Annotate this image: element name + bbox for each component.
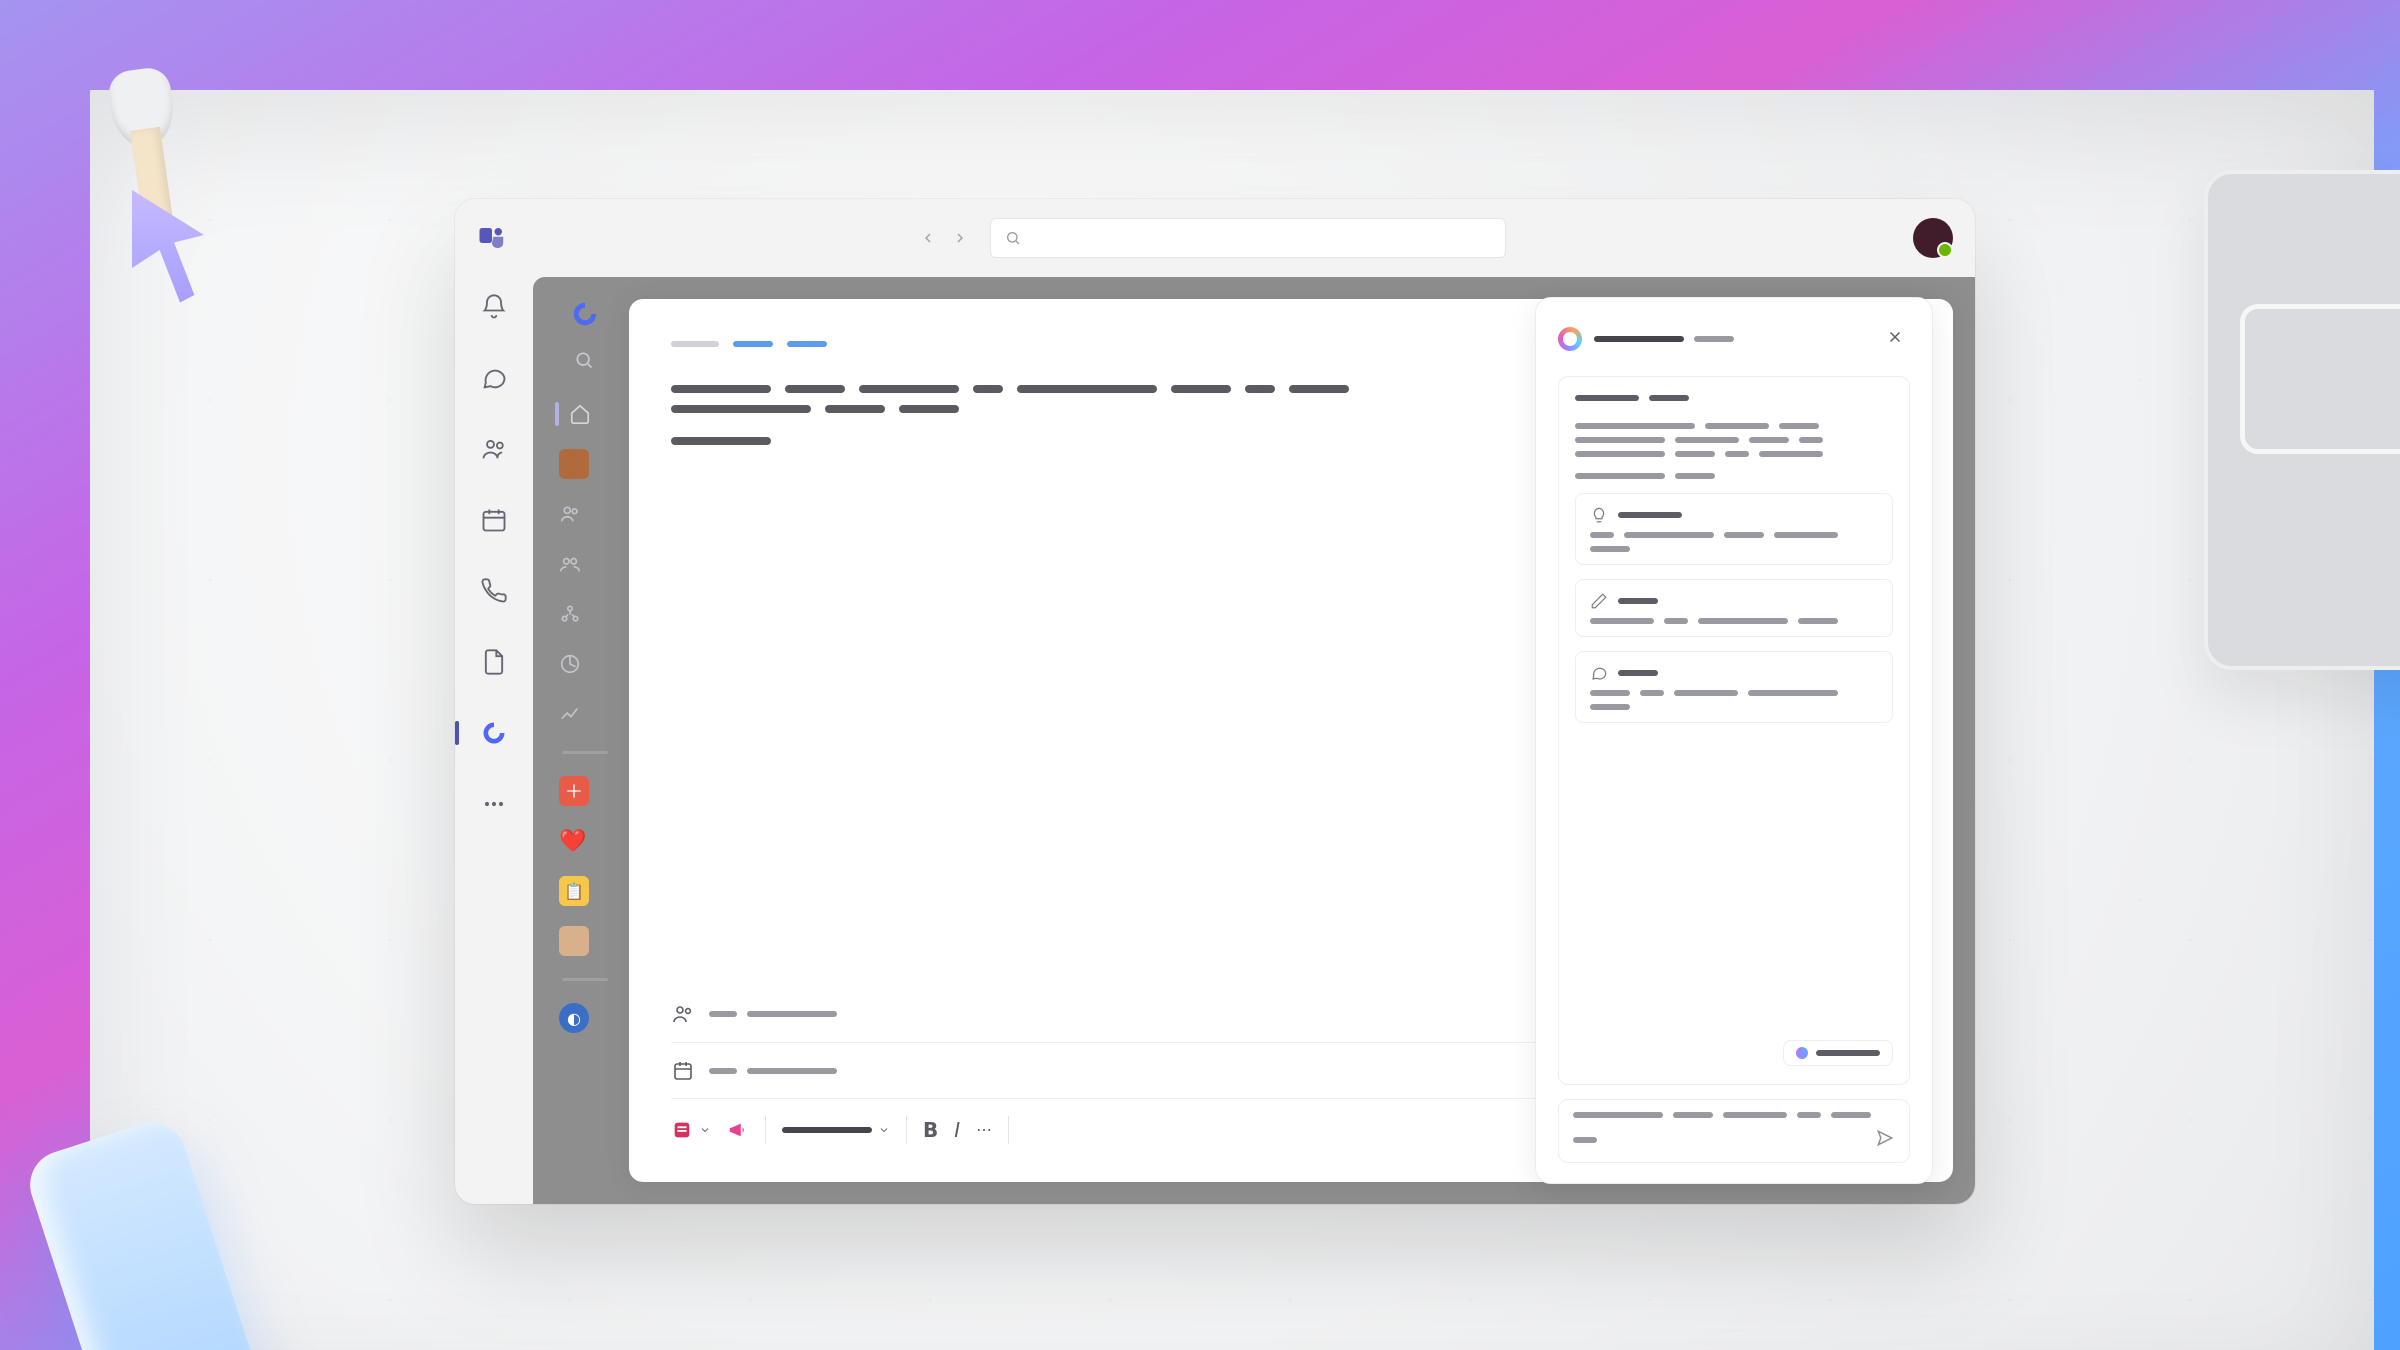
secondary-app-e[interactable]: ◐ <box>555 999 615 1037</box>
calendar-icon <box>671 1059 695 1083</box>
secondary-app-c[interactable]: 📋 <box>555 872 615 910</box>
secondary-item-org[interactable] <box>555 595 615 633</box>
copilot-icon <box>1558 327 1582 351</box>
search-icon <box>1005 230 1021 246</box>
megaphone-button[interactable] <box>727 1119 749 1141</box>
pencil-icon <box>1590 592 1608 610</box>
secondary-item-person[interactable] <box>555 445 615 483</box>
secondary-sidebar: ❤️ 📋 ◐ <box>555 299 615 1182</box>
copilot-greeting <box>1575 395 1893 479</box>
rail-calendar-icon[interactable] <box>476 502 512 538</box>
app-rail <box>455 277 533 1204</box>
italic-button[interactable]: I <box>954 1118 960 1142</box>
lightbulb-icon <box>1590 506 1608 524</box>
rail-teams-icon[interactable] <box>476 431 512 467</box>
search-input[interactable] <box>990 218 1506 258</box>
copilot-panel <box>1535 297 1933 1184</box>
user-avatar[interactable] <box>1913 218 1953 258</box>
pencil-decor <box>21 1114 278 1350</box>
teams-logo-icon <box>477 223 507 253</box>
secondary-item-trend[interactable] <box>555 695 615 733</box>
toolbar-more-button[interactable]: ⋯ <box>976 1120 992 1139</box>
chat-icon <box>1590 664 1608 682</box>
copilot-close-button[interactable] <box>1880 322 1910 356</box>
gradient-backdrop: ❤️ 📋 ◐ <box>0 0 2400 1350</box>
rail-activity-icon[interactable] <box>476 289 512 325</box>
chevron-down-icon <box>699 1124 711 1136</box>
nav-back-button[interactable] <box>914 224 942 252</box>
font-selector[interactable] <box>782 1124 890 1136</box>
app-window: ❤️ 📋 ◐ <box>455 199 1975 1204</box>
secondary-item-group[interactable] <box>555 495 615 533</box>
rail-chat-icon[interactable] <box>476 360 512 396</box>
copilot-composer[interactable] <box>1558 1099 1910 1163</box>
secondary-item-team[interactable] <box>555 545 615 583</box>
secondary-search[interactable] <box>570 341 600 379</box>
secondary-app-d[interactable] <box>555 922 615 960</box>
people-icon <box>671 1002 695 1026</box>
nav-forward-button[interactable] <box>946 224 974 252</box>
copilot-title <box>1594 336 1734 342</box>
loop-brand-icon <box>570 299 600 329</box>
copilot-suggestion-edit[interactable] <box>1575 579 1893 637</box>
copilot-suggestion-brainstorm[interactable] <box>1575 493 1893 565</box>
secondary-item-home[interactable] <box>555 395 615 433</box>
rail-more-icon[interactable] <box>476 786 512 822</box>
secondary-item-insights[interactable] <box>555 645 615 683</box>
titlebar <box>455 199 1975 277</box>
copilot-quick-action[interactable] <box>1783 1040 1893 1066</box>
rail-calls-icon[interactable] <box>476 573 512 609</box>
copilot-suggestion-chat[interactable] <box>1575 651 1893 723</box>
loop-component-button[interactable] <box>671 1119 711 1141</box>
bold-button[interactable]: B <box>923 1118 938 1142</box>
rail-files-icon[interactable] <box>476 644 512 680</box>
device-decor <box>2204 170 2400 670</box>
secondary-app-b[interactable]: ❤️ <box>555 822 615 860</box>
copilot-send-button[interactable] <box>1875 1128 1895 1152</box>
textured-wall: ❤️ 📋 ◐ <box>90 90 2374 1350</box>
page-content[interactable] <box>671 385 1351 445</box>
rail-loop-icon[interactable] <box>476 715 512 751</box>
secondary-app-a[interactable] <box>555 772 615 810</box>
